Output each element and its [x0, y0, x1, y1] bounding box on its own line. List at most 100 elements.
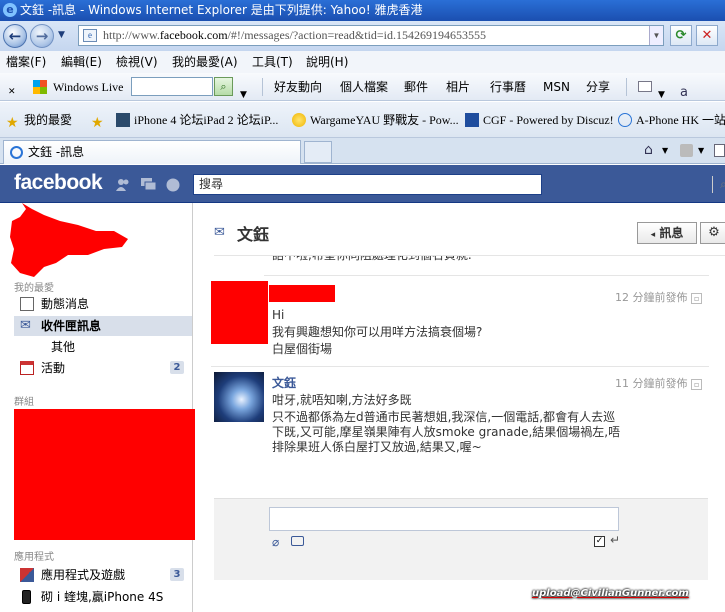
- windows-live-toolbar: ✕ Windows Live ⌕ ▼ 好友動向 個人檔案 郵件 相片 行事曆 M…: [0, 73, 725, 101]
- message-line: Hi: [272, 308, 285, 322]
- sender-name-link[interactable]: 文鈺: [272, 374, 296, 391]
- favorites-star-icon: ★: [6, 116, 19, 131]
- friend-requests-icon[interactable]: [116, 178, 130, 191]
- add-favorite-icon[interactable]: ★: [91, 102, 109, 138]
- tab-bar: 文鈺 -訊息 ⌂ ▼ ▼: [0, 138, 725, 164]
- message-line: 白屋個街場: [272, 342, 333, 356]
- back-chevron-icon: ◂: [650, 230, 656, 240]
- site-icon: [116, 113, 130, 127]
- left-sidebar: 我的最愛 動態消息 ✉ 收件匣訊息 其他 活動 2 群組 應用程式 應用程式及遊…: [0, 203, 195, 612]
- redacted-sender-name: [269, 285, 335, 302]
- sidebar-item-events[interactable]: 活動 2: [14, 358, 192, 378]
- sender-avatar[interactable]: [214, 372, 264, 422]
- stop-icon[interactable]: ✕: [696, 25, 718, 46]
- sidebar-item-news-feed[interactable]: 動態消息: [14, 294, 192, 314]
- apps-count-badge: 3: [170, 568, 184, 581]
- menu-view[interactable]: 檢視(V): [116, 51, 158, 73]
- sidebar-item-iphone-game[interactable]: 砌 i 蝰塊,贏iPhone 4S: [14, 587, 192, 607]
- feeds-dropdown-icon[interactable]: ▼: [698, 146, 704, 155]
- history-dropdown-icon[interactable]: ▼: [58, 30, 65, 40]
- enter-to-send-checkbox[interactable]: ✓: [594, 536, 605, 547]
- clipped-message: 話中啦,希望你同阻處理化到個名負就.: [194, 256, 725, 270]
- refresh-icon[interactable]: ⟳: [670, 25, 692, 46]
- toolbar-link-profile[interactable]: 個人檔案: [340, 73, 388, 101]
- print-icon[interactable]: [714, 144, 725, 157]
- search-go-icon[interactable]: ⌕: [214, 77, 233, 96]
- redacted-groups: [14, 409, 195, 540]
- tab-ie-icon: [10, 146, 23, 159]
- sidebar-item-apps-games[interactable]: 應用程式及遊戲 3: [14, 565, 192, 585]
- menu-file[interactable]: 檔案(F): [6, 51, 46, 73]
- facebook-logo[interactable]: facebook: [14, 171, 103, 195]
- search-input[interactable]: 搜尋 ⌕: [193, 174, 725, 195]
- ie-logo-icon: e: [3, 3, 17, 17]
- home-icon[interactable]: ⌂: [644, 142, 653, 158]
- back-to-messages-button[interactable]: ◂ 訊息: [637, 222, 697, 244]
- favorites-button[interactable]: ★ 我的最愛: [6, 102, 72, 138]
- message-line: 排除果班人係白屋打又放過,結果又,喔~: [272, 440, 482, 454]
- groups-section-header: 群組: [14, 397, 34, 408]
- site-icon: [618, 113, 632, 127]
- divider: [211, 366, 709, 367]
- notes-icon[interactable]: [638, 81, 652, 92]
- toolbar-link-friends[interactable]: 好友動向: [274, 73, 322, 101]
- toolbar-link-photos[interactable]: 相片: [446, 73, 470, 101]
- new-tab-button[interactable]: [304, 141, 332, 163]
- divider: [264, 275, 709, 276]
- conversation-panel: ✉ 文鈺 ◂ 訊息 ⚙ 話中啦,希望你同阻處理化到個名負就. 12 分鐘前發佈 …: [194, 203, 725, 612]
- apps-section-header: 應用程式: [14, 552, 54, 563]
- attach-file-icon[interactable]: ⌀: [272, 535, 279, 549]
- report-flag-icon[interactable]: ▫: [691, 379, 703, 390]
- watermark: upload@CivilianGunner.com: [532, 588, 689, 599]
- site-icon: [465, 113, 479, 127]
- messages-icon[interactable]: [141, 178, 157, 191]
- page-title: 文鈺: [237, 225, 270, 244]
- gear-icon: ⚙: [708, 225, 720, 240]
- tab-active[interactable]: 文鈺 -訊息: [3, 140, 301, 164]
- messages-icon: ✉: [20, 318, 31, 333]
- menu-tools[interactable]: 工具(T): [252, 51, 293, 73]
- window-title: 文鈺 -訊息 - Windows Internet Explorer 是由下列提…: [20, 3, 423, 17]
- home-dropdown-icon[interactable]: ▼: [662, 146, 668, 155]
- report-flag-icon[interactable]: ▫: [691, 293, 703, 304]
- calendar-icon: [20, 361, 34, 375]
- menu-help[interactable]: 說明(H): [306, 51, 348, 73]
- message-timestamp: 11 分鐘前發佈 ▫: [615, 375, 703, 391]
- toolbar-link-msn[interactable]: MSN: [543, 73, 570, 101]
- toolbar-separator: [626, 78, 627, 96]
- menu-bar: 檔案(F) 編輯(E) 檢視(V) 我的最愛(A) 工具(T) 說明(H): [0, 51, 725, 73]
- toolbar-link-mail[interactable]: 郵件: [404, 73, 428, 101]
- favorite-link-cgf[interactable]: CGF - Powered by Discuz!: [465, 102, 614, 138]
- iphone-icon: [22, 590, 31, 604]
- address-dropdown-icon[interactable]: ▼: [649, 26, 663, 45]
- menu-favorites[interactable]: 我的最愛(A): [172, 51, 238, 73]
- redacted-avatar: [211, 281, 268, 344]
- toolbar-link-calendar[interactable]: 行事曆: [490, 73, 526, 101]
- forward-arrow-icon[interactable]: →: [30, 24, 54, 48]
- news-feed-icon: [20, 297, 34, 311]
- message-line: 我有興趣想知你可以用咩方法搞衰個場?: [272, 325, 483, 339]
- redacted-profile: [10, 203, 128, 277]
- camera-icon[interactable]: [291, 536, 304, 546]
- toolbar-separator: [262, 78, 263, 96]
- favorites-bar: ★ 我的最愛 ★ iPhone 4 论坛iPad 2 论坛iP... Wargam…: [0, 102, 725, 138]
- address-bar[interactable]: e http://www.facebook.com/#!/messages/?a…: [78, 25, 664, 46]
- favorite-link-iphone4[interactable]: iPhone 4 论坛iPad 2 论坛iP...: [116, 102, 278, 138]
- back-arrow-icon[interactable]: ←: [3, 24, 27, 48]
- sidebar-item-inbox[interactable]: ✉ 收件匣訊息: [14, 316, 192, 336]
- favorites-section-header: 我的最愛: [14, 283, 54, 294]
- sidebar-item-other[interactable]: 其他: [14, 337, 192, 357]
- toolbar-link-share[interactable]: 分享: [586, 73, 610, 101]
- favorite-link-aphone[interactable]: A-Phone HK 一站: [618, 102, 725, 138]
- page-icon: e: [83, 29, 97, 42]
- windows-live-search-input[interactable]: [131, 77, 213, 96]
- reply-textarea[interactable]: [269, 507, 619, 531]
- favorite-link-wargameyau[interactable]: WargameYAU 野戰友 - Pow...: [292, 102, 459, 138]
- address-toolbar: ← → ▼ e http://www.facebook.com/#!/messa…: [0, 21, 725, 51]
- notifications-icon[interactable]: [166, 178, 180, 192]
- feeds-icon[interactable]: [680, 144, 693, 157]
- menu-edit[interactable]: 編輯(E): [61, 51, 102, 73]
- actions-gear-button[interactable]: ⚙: [700, 222, 725, 244]
- search-icon[interactable]: ⌕: [712, 176, 725, 193]
- windows-live-label[interactable]: Windows Live: [53, 73, 124, 101]
